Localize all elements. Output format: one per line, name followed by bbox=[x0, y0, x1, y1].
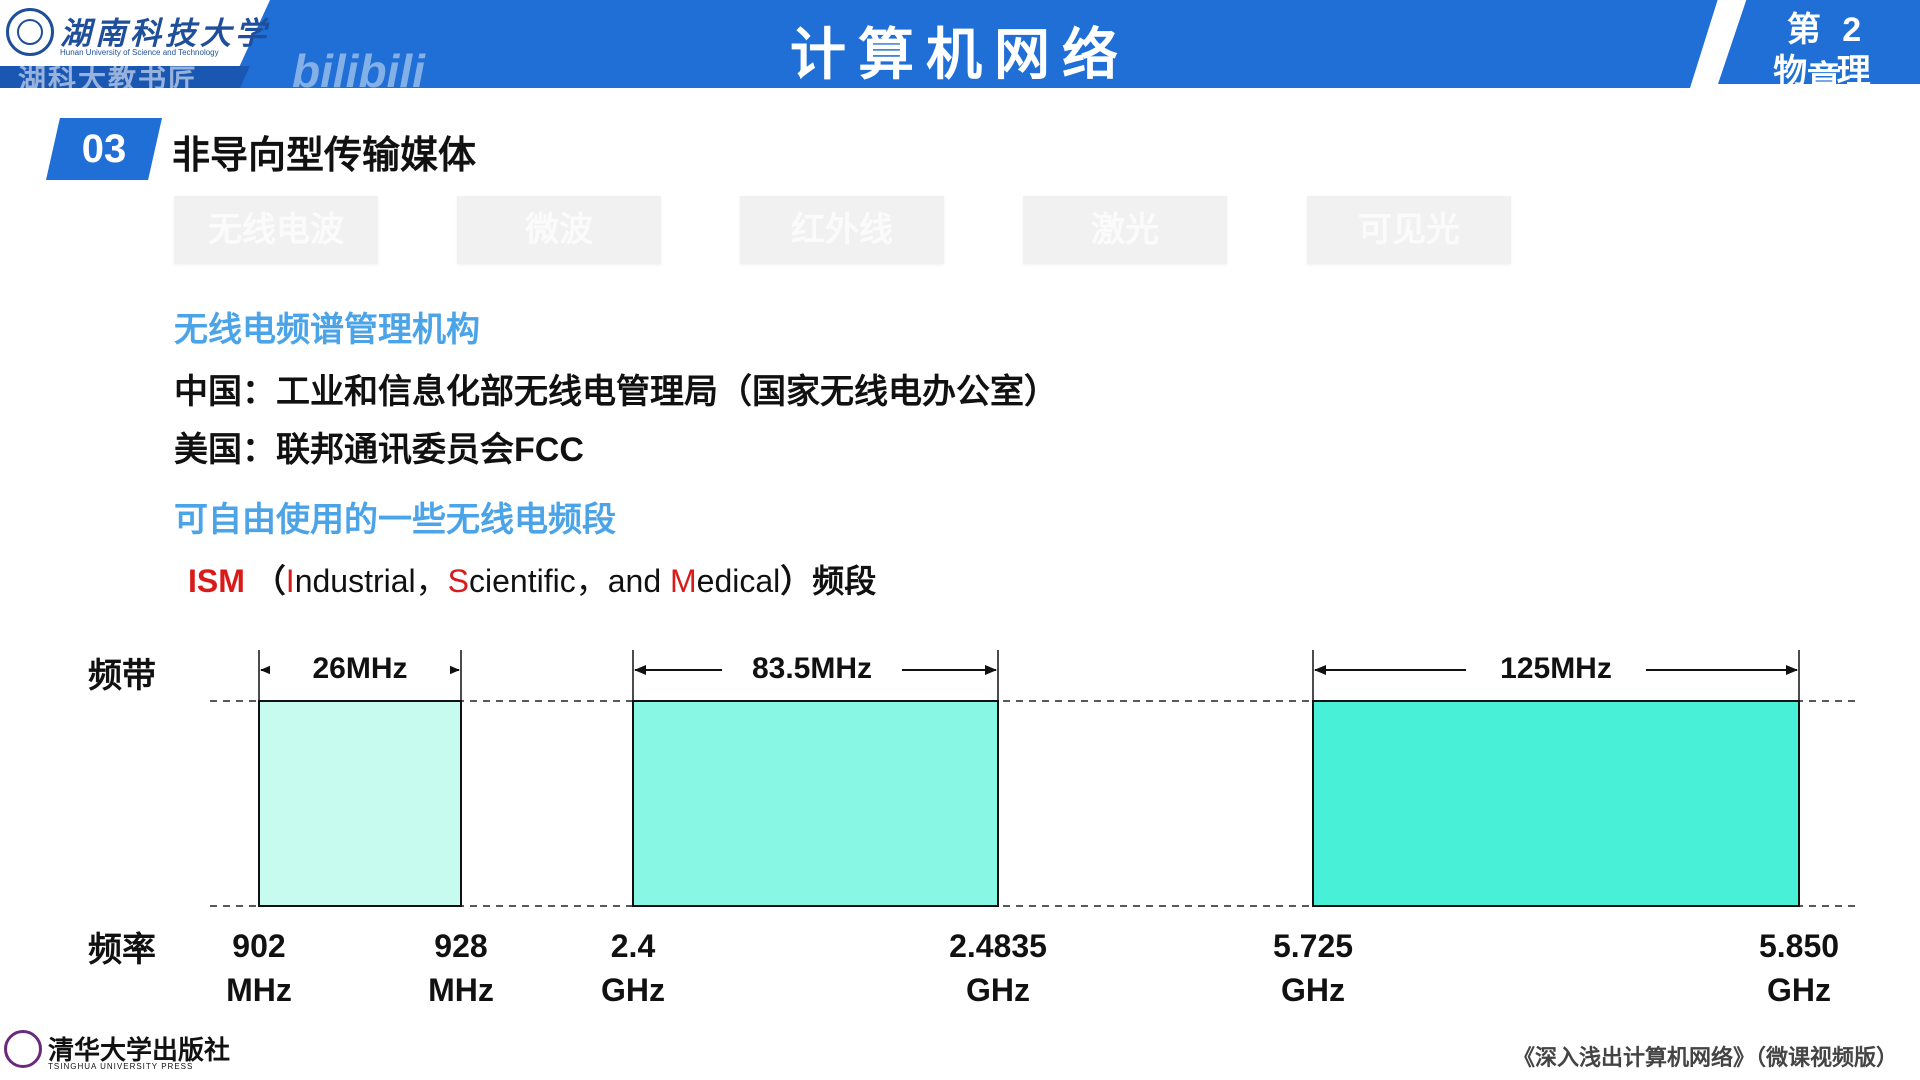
chapter-name: 物 理 层 bbox=[1773, 53, 1881, 140]
frequency-row-label: 频率 bbox=[88, 931, 156, 969]
band2-bandwidth-label: 83.5MHz bbox=[722, 652, 902, 686]
band1-start-frequency: 902 MHz bbox=[179, 924, 339, 1012]
ism-m-rest: edical bbox=[696, 563, 781, 599]
band2-end-frequency: 2.4835 GHz bbox=[918, 924, 1078, 1012]
ism-i-letter: I bbox=[285, 563, 295, 599]
band3-start-value: 5.725 bbox=[1272, 928, 1354, 964]
band2-start-value: 2.4 bbox=[610, 928, 656, 964]
header: 计算机网络 湖南科技大学 Hunan University of Science… bbox=[0, 0, 1920, 140]
tab-visible-light[interactable]: 可见光 bbox=[1307, 196, 1511, 264]
ism-s-rest: cientific， bbox=[469, 563, 608, 599]
band3-end-unit: GHz bbox=[1767, 972, 1831, 1008]
usa-regulator-line: 美国：联邦通讯委员会FCC bbox=[174, 431, 584, 469]
section-number-badge: 03 bbox=[46, 118, 162, 180]
university-name: 湖南科技大学 bbox=[60, 16, 270, 52]
band1-end-frequency: 928 MHz bbox=[381, 924, 541, 1012]
regulators-heading: 无线电频谱管理机构 bbox=[174, 311, 480, 349]
band-rect-2-4ghz bbox=[632, 700, 999, 907]
ism-i-rest: ndustrial， bbox=[294, 563, 448, 599]
band3-start-unit: GHz bbox=[1281, 972, 1345, 1008]
tab-infrared[interactable]: 红外线 bbox=[740, 196, 944, 264]
free-bands-heading: 可自由使用的一些无线电频段 bbox=[174, 501, 616, 539]
course-title: 计算机网络 bbox=[790, 23, 1130, 86]
publisher-english-name: TSINGHUA UNIVERSITY PRESS bbox=[48, 1062, 194, 1071]
china-regulator-line: 中国：工业和信息化部无线电管理局（国家无线电办公室） bbox=[174, 373, 1058, 411]
publisher-seal-icon bbox=[4, 1030, 42, 1068]
tab-radio-waves[interactable]: 无线电波 bbox=[174, 196, 378, 264]
band-rect-5-725ghz bbox=[1312, 700, 1800, 907]
band1-end-value: 928 bbox=[434, 928, 488, 964]
band3-bandwidth-label: 125MHz bbox=[1466, 652, 1646, 686]
book-title: 《深入浅出计算机网络》（微课视频版） bbox=[1512, 1045, 1898, 1070]
ism-m-letter: M bbox=[670, 563, 697, 599]
band2-start-frequency: 2.4 GHz bbox=[553, 924, 713, 1012]
ism-suffix: 频段 bbox=[812, 563, 877, 599]
band-row-label: 频带 bbox=[88, 657, 156, 695]
band1-start-unit: MHz bbox=[226, 972, 292, 1008]
university-seal-icon bbox=[6, 8, 54, 56]
tab-laser[interactable]: 激光 bbox=[1023, 196, 1227, 264]
band2-end-value: 2.4835 bbox=[949, 928, 1047, 964]
tab-microwave[interactable]: 微波 bbox=[457, 196, 661, 264]
bilibili-watermark: bilibili bbox=[292, 45, 425, 97]
ism-and-text: and bbox=[607, 563, 670, 599]
band3-end-frequency: 5.850 GHz bbox=[1719, 924, 1879, 1012]
ism-s-letter: S bbox=[447, 563, 469, 599]
ism-line: ISM （Industrial，Scientific，and Medical）频… bbox=[188, 556, 876, 602]
band1-bandwidth-label: 26MHz bbox=[270, 652, 450, 686]
band2-start-unit: GHz bbox=[601, 972, 665, 1008]
band-rect-902mhz bbox=[258, 700, 462, 907]
section-title: 非导向型传输媒体 bbox=[172, 135, 477, 177]
band3-end-value: 5.850 bbox=[1758, 928, 1840, 964]
ism-close-paren: ） bbox=[780, 563, 813, 599]
university-subtitle: Hunan University of Science and Technolo… bbox=[60, 48, 219, 57]
band1-start-value: 902 bbox=[232, 928, 286, 964]
band3-start-frequency: 5.725 GHz bbox=[1233, 924, 1393, 1012]
ism-open-paren: （ bbox=[253, 563, 286, 599]
band1-end-unit: MHz bbox=[428, 972, 494, 1008]
ism-abbr: ISM bbox=[188, 563, 245, 599]
ism-band-diagram: 频带 频率 26MHz 83.5MHz 125MHz 902 MHz 928 M… bbox=[0, 620, 1920, 1020]
band2-end-unit: GHz bbox=[966, 972, 1030, 1008]
watermark-channel: 湖科大教书匠 bbox=[18, 64, 199, 95]
